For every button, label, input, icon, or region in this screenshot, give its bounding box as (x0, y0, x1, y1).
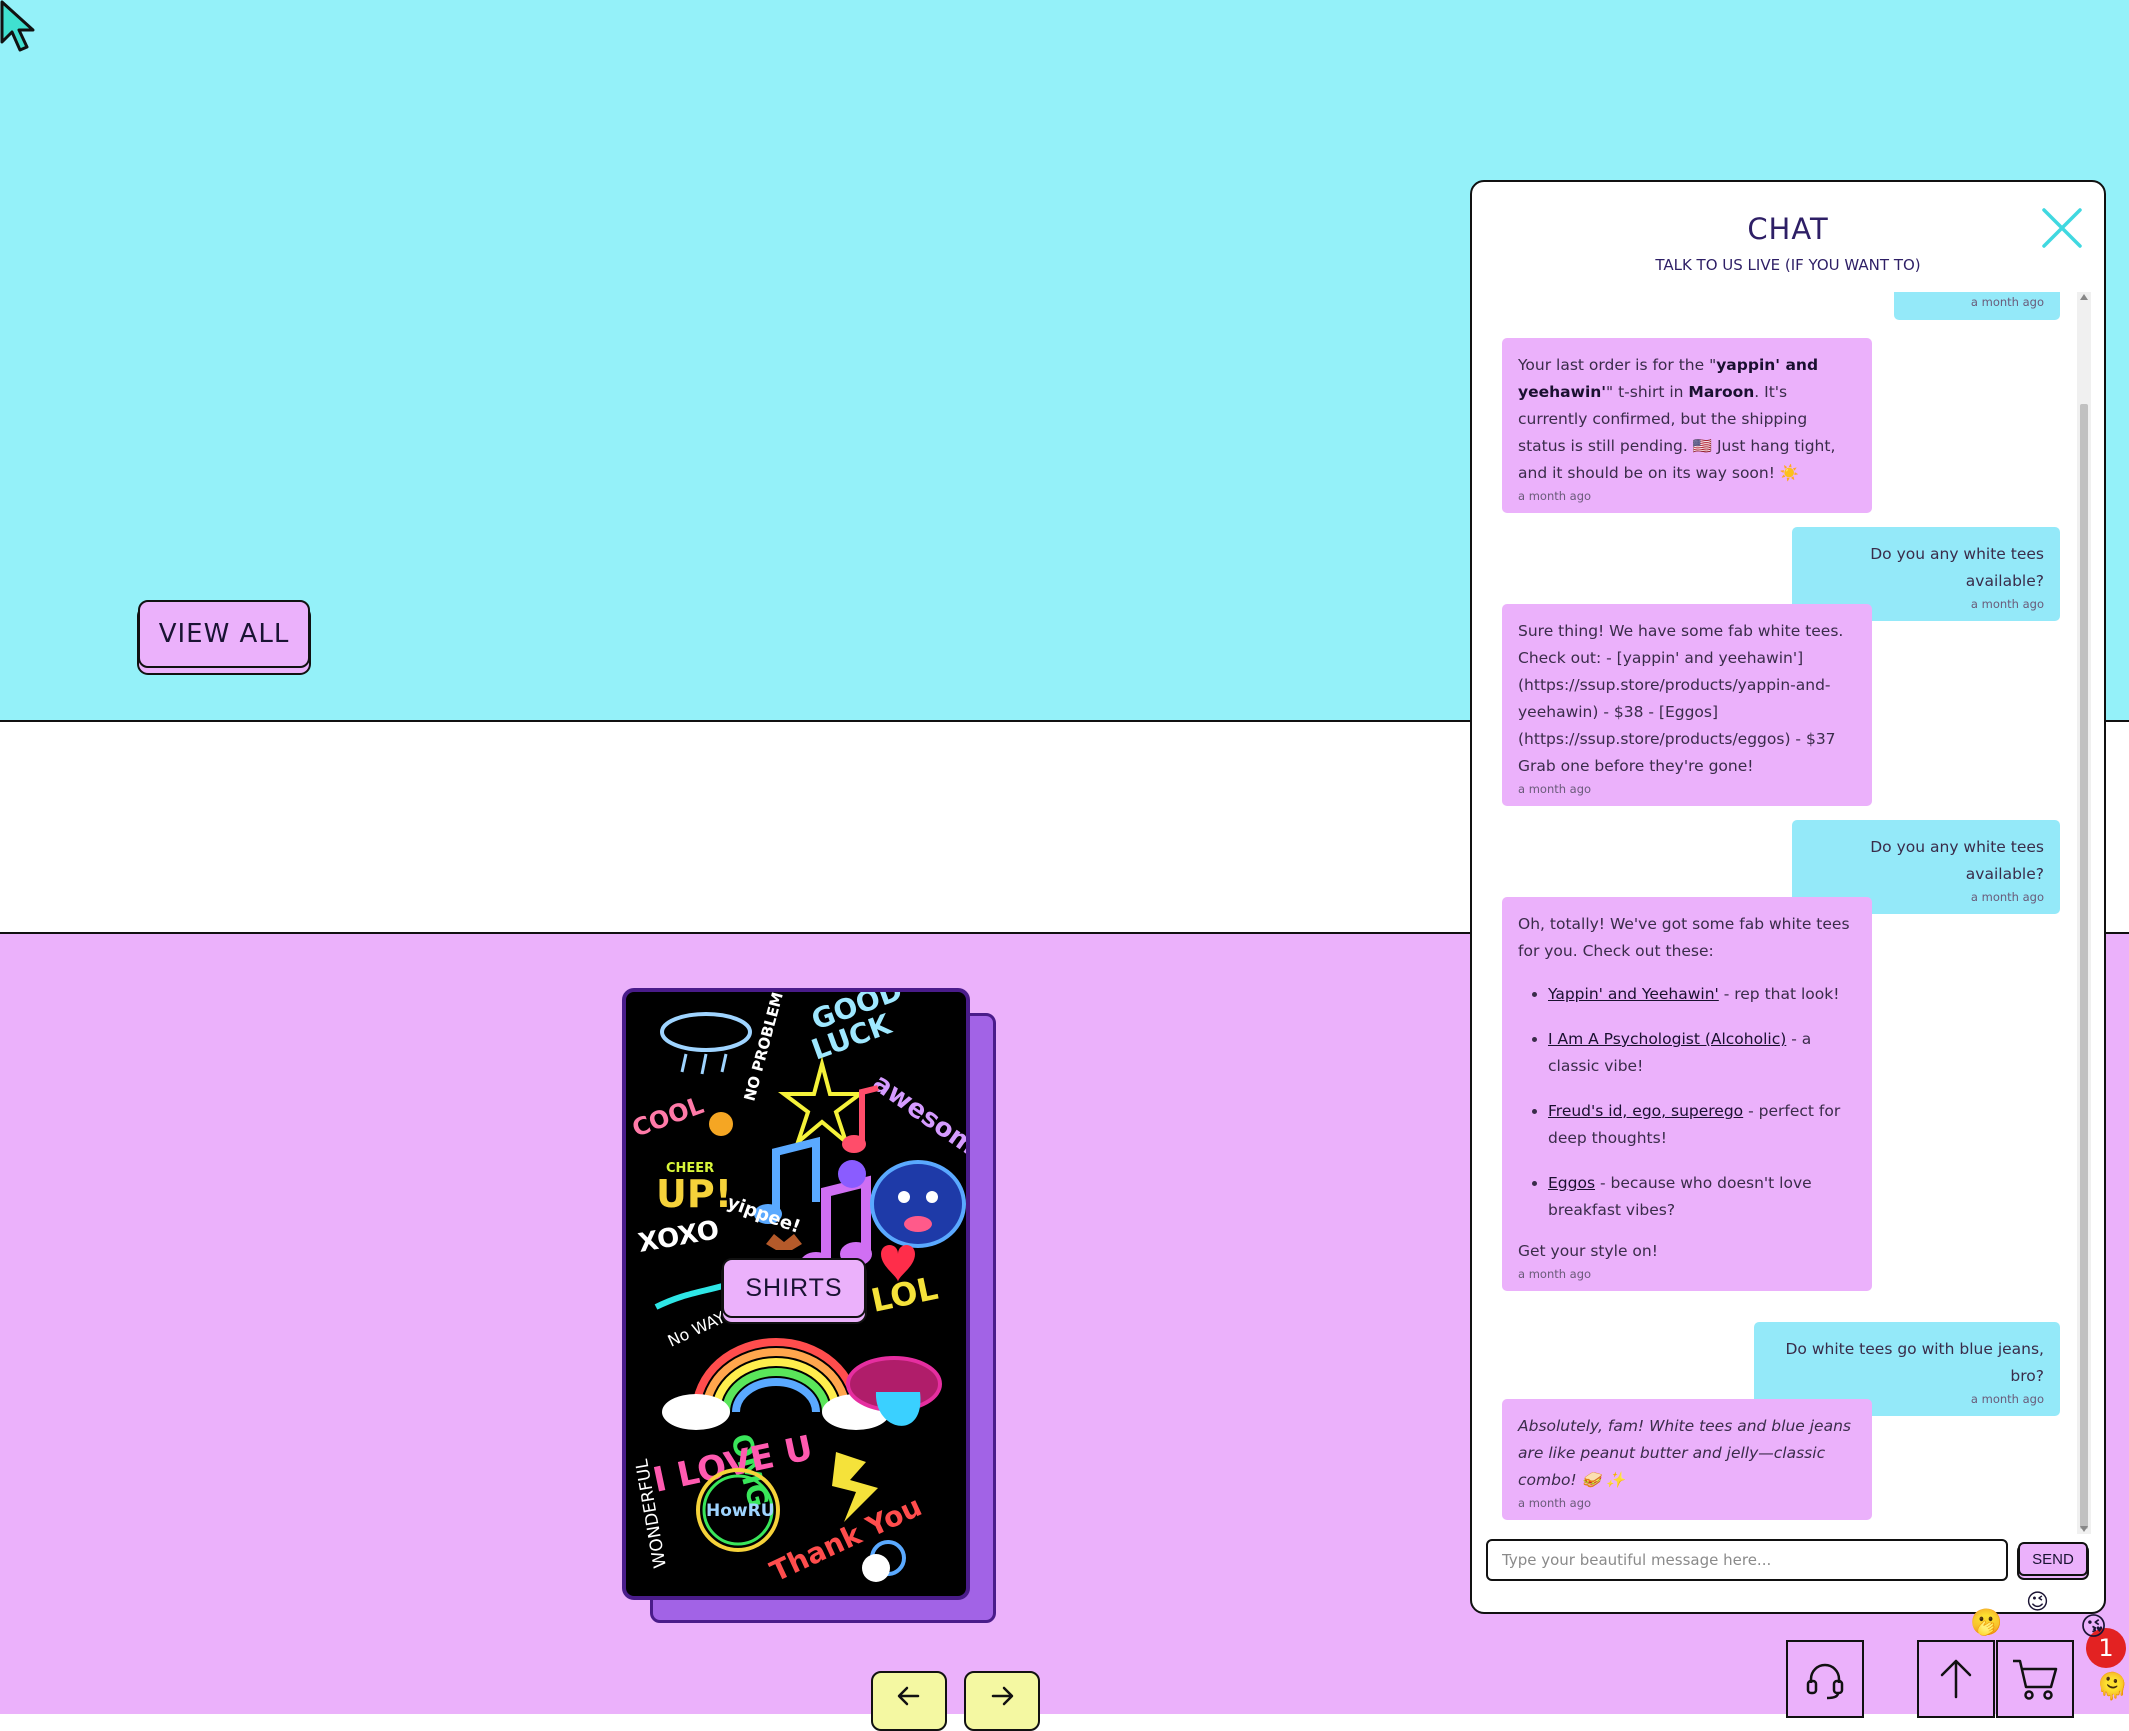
list-item: I Am A Psychologist (Alcoholic) - a clas… (1548, 1026, 1856, 1080)
svg-text:HowRU: HowRU (706, 1501, 775, 1521)
message-bot: Absolutely, fam! White tees and blue jea… (1502, 1399, 1872, 1520)
message-text: Your last order is for the "yappin' and … (1518, 356, 1836, 482)
close-icon[interactable] (2040, 206, 2084, 250)
message-user: y a month ago (1894, 292, 2060, 320)
product-link[interactable]: I Am A Psychologist (Alcoholic) (1548, 1030, 1786, 1048)
message-text: Absolutely, fam! White tees and blue jea… (1518, 1417, 1851, 1489)
arrow-left-icon (897, 1686, 920, 1706)
message-list: y a month ago Your last order is for the… (1472, 292, 2104, 1532)
list-item: Eggos - because who doesn't love breakfa… (1548, 1170, 1856, 1224)
scroll-thumb[interactable] (2080, 404, 2088, 1529)
message-text: Get your style on! (1518, 1242, 1658, 1260)
svg-text:UP!: UP! (656, 1172, 732, 1216)
message-text: Do you any white tees available? (1870, 545, 2044, 590)
arrow-up-icon (1940, 1659, 1972, 1699)
support-button[interactable] (1786, 1640, 1864, 1718)
message-bot: Your last order is for the "yappin' and … (1502, 338, 1872, 513)
svg-text:NO PROBLEM!: NO PROBLEM! (740, 992, 788, 1103)
floating-emoji: 😘 (2080, 1612, 2108, 1642)
svg-text:awesome: awesome (867, 1068, 966, 1171)
message-time: a month ago (1518, 1267, 1592, 1281)
product-link[interactable]: Eggos (1548, 1174, 1595, 1192)
scroll-down-icon[interactable] (2080, 1526, 2088, 1532)
message-text: Do you any white tees available? (1870, 838, 2044, 883)
chat-panel: CHAT TALK TO US LIVE (IF YOU WANT TO) y … (1470, 180, 2106, 1614)
chat-title: CHAT (1747, 212, 1829, 246)
floating-emoji: 🫠 (2096, 1672, 2129, 1702)
scroll-to-top-button[interactable] (1917, 1640, 1995, 1718)
chat-scrollbar[interactable] (2077, 292, 2091, 1534)
carousel-prev-button[interactable] (871, 1671, 947, 1731)
view-all-button[interactable]: VIEW ALL (138, 600, 310, 668)
message-text: Do white tees go with blue jeans, bro? (1785, 1340, 2044, 1385)
cart-icon (2013, 1659, 2058, 1700)
carousel-next-button[interactable] (964, 1671, 1040, 1731)
send-button[interactable]: SEND (2018, 1542, 2088, 1576)
svg-text:XOXO: XOXO (636, 1215, 722, 1259)
mouse-cursor-icon (0, 0, 35, 52)
product-link[interactable]: Yappin' and Yeehawin' (1548, 985, 1719, 1003)
svg-text:LOL: LOL (868, 1269, 941, 1320)
svg-text:yippee!: yippee! (724, 1192, 803, 1238)
list-item: Freud's id, ego, superego - perfect for … (1548, 1098, 1856, 1152)
arrow-right-icon (991, 1686, 1014, 1706)
message-time: a month ago (1518, 489, 1592, 503)
product-list: Yappin' and Yeehawin' - rep that look! I… (1518, 981, 1856, 1224)
chat-message-input[interactable] (1486, 1539, 2008, 1581)
message-bot: Oh, totally! We've got some fab white te… (1502, 897, 1872, 1291)
svg-text:Thank You: Thank You (765, 1490, 927, 1589)
message-time: a month ago (1970, 295, 2044, 309)
floating-emoji: 😉 (2026, 1590, 2049, 1615)
message-time: a month ago (1518, 1496, 1592, 1510)
svg-text:No WAY: No WAY (665, 1307, 729, 1350)
chat-subtitle: TALK TO US LIVE (IF YOU WANT TO) (1655, 256, 1921, 274)
message-text: Oh, totally! We've got some fab white te… (1518, 915, 1850, 960)
list-item: Yappin' and Yeehawin' - rep that look! (1548, 981, 1856, 1008)
product-link[interactable]: Freud's id, ego, superego (1548, 1102, 1743, 1120)
scroll-up-icon[interactable] (2080, 294, 2088, 300)
floating-emoji: 🫢 (1970, 1608, 2003, 1638)
message-bot: Sure thing! We have some fab white tees.… (1502, 604, 1872, 806)
message-text: Sure thing! We have some fab white tees.… (1518, 622, 1844, 775)
svg-text:COOL: COOL (628, 1091, 707, 1143)
message-time: a month ago (1518, 782, 1592, 796)
headset-icon (1806, 1663, 1844, 1700)
cart-button[interactable] (1996, 1640, 2074, 1718)
shirts-category-button[interactable]: SHIRTS (722, 1258, 866, 1318)
